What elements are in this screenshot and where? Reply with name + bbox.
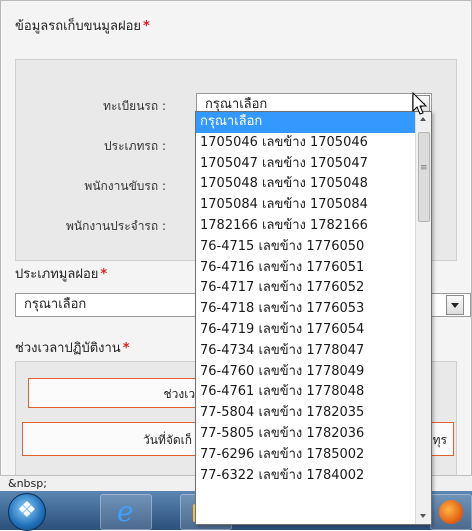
driver-label: พนักงานขับรถ :: [84, 179, 166, 193]
dropdown-option[interactable]: 1705084 เลขข้าง 1705084: [196, 195, 431, 216]
dropdown-arrow-icon[interactable]: [446, 295, 464, 315]
scroll-down-icon[interactable]: [416, 509, 431, 524]
dropdown-option[interactable]: 77-6296 เลขข้าง 1785002: [196, 445, 431, 466]
status-text: &nbsp;: [8, 477, 47, 490]
dropdown-option[interactable]: กรุณาเลือก: [196, 112, 431, 133]
scroll-thumb[interactable]: [418, 132, 430, 222]
section-period-title-text: ช่วงเวลาปฏิบัติงาน: [15, 341, 121, 356]
dropdown-options: กรุณาเลือก 1705046 เลขข้าง 1705046 1705047…: [196, 112, 431, 486]
dropdown-option[interactable]: 76-4734 เลขข้าง 1778047: [196, 341, 431, 362]
vehicle-type-label: ประเภทรถ :: [104, 139, 166, 153]
section-period-title: ช่วงเวลาปฏิบัติงาน *: [15, 337, 130, 358]
dropdown-option[interactable]: 77-5805 เลขข้าง 1782036: [196, 424, 431, 445]
partial-text-right: ทุร: [432, 433, 447, 447]
mouse-pointer-icon: [412, 92, 428, 115]
dropdown-option[interactable]: 1705047 เลขข้าง 1705047: [196, 154, 431, 175]
section-vehicle-title-text: ข้อมูลรถเก็บขนมูลฝอย: [15, 19, 142, 34]
vehicle-reg-dropdown-list[interactable]: กรุณาเลือก 1705046 เลขข้าง 1705046 1705047…: [195, 111, 432, 525]
dropdown-option[interactable]: 76-4719 เลขข้าง 1776054: [196, 320, 431, 341]
dropdown-option[interactable]: 1705046 เลขข้าง 1705046: [196, 133, 431, 154]
waste-type-value: กรุณาเลือก: [24, 297, 87, 312]
firefox-icon[interactable]: [430, 494, 472, 530]
dropdown-option[interactable]: 77-6322 เลขข้าง 1784002: [196, 466, 431, 487]
dropdown-option[interactable]: 76-4718 เลขข้าง 1776053: [196, 299, 431, 320]
windows-start-icon[interactable]: [8, 493, 46, 531]
dropdown-option[interactable]: 76-4716 เลขข้าง 1776051: [196, 258, 431, 279]
dropdown-option[interactable]: 1705048 เลขข้าง 1705048: [196, 174, 431, 195]
dropdown-scrollbar[interactable]: [415, 112, 431, 524]
dropdown-option[interactable]: 1782166 เลขข้าง 1782166: [196, 216, 431, 237]
dropdown-option[interactable]: 77-5804 เลขข้าง 1782035: [196, 403, 431, 424]
vehicle-reg-label: ทะเบียนรถ :: [103, 99, 166, 113]
vehicle-reg-value: กรุณาเลือก: [205, 97, 268, 112]
internet-explorer-icon[interactable]: [100, 494, 152, 530]
dropdown-option[interactable]: 76-4761 เลขข้าง 1778048: [196, 382, 431, 403]
required-mark: *: [122, 341, 130, 356]
dropdown-option[interactable]: 76-4715 เลขข้าง 1776050: [196, 237, 431, 258]
required-mark: *: [100, 267, 108, 282]
section-vehicle-title: ข้อมูลรถเก็บขนมูลฝอย *: [15, 15, 150, 36]
required-mark: *: [143, 19, 150, 34]
collect-date-label: วันที่จัดเก็: [143, 433, 193, 447]
dropdown-option[interactable]: 76-4760 เลขข้าง 1778049: [196, 362, 431, 383]
section-waste-type-title-text: ประเภทมูลฝอย: [15, 267, 99, 282]
dropdown-option[interactable]: 76-4717 เลขข้าง 1776052: [196, 278, 431, 299]
section-waste-type-title: ประเภทมูลฝอย *: [15, 263, 107, 284]
crew-label: พนักงานประจำรถ :: [65, 219, 166, 233]
